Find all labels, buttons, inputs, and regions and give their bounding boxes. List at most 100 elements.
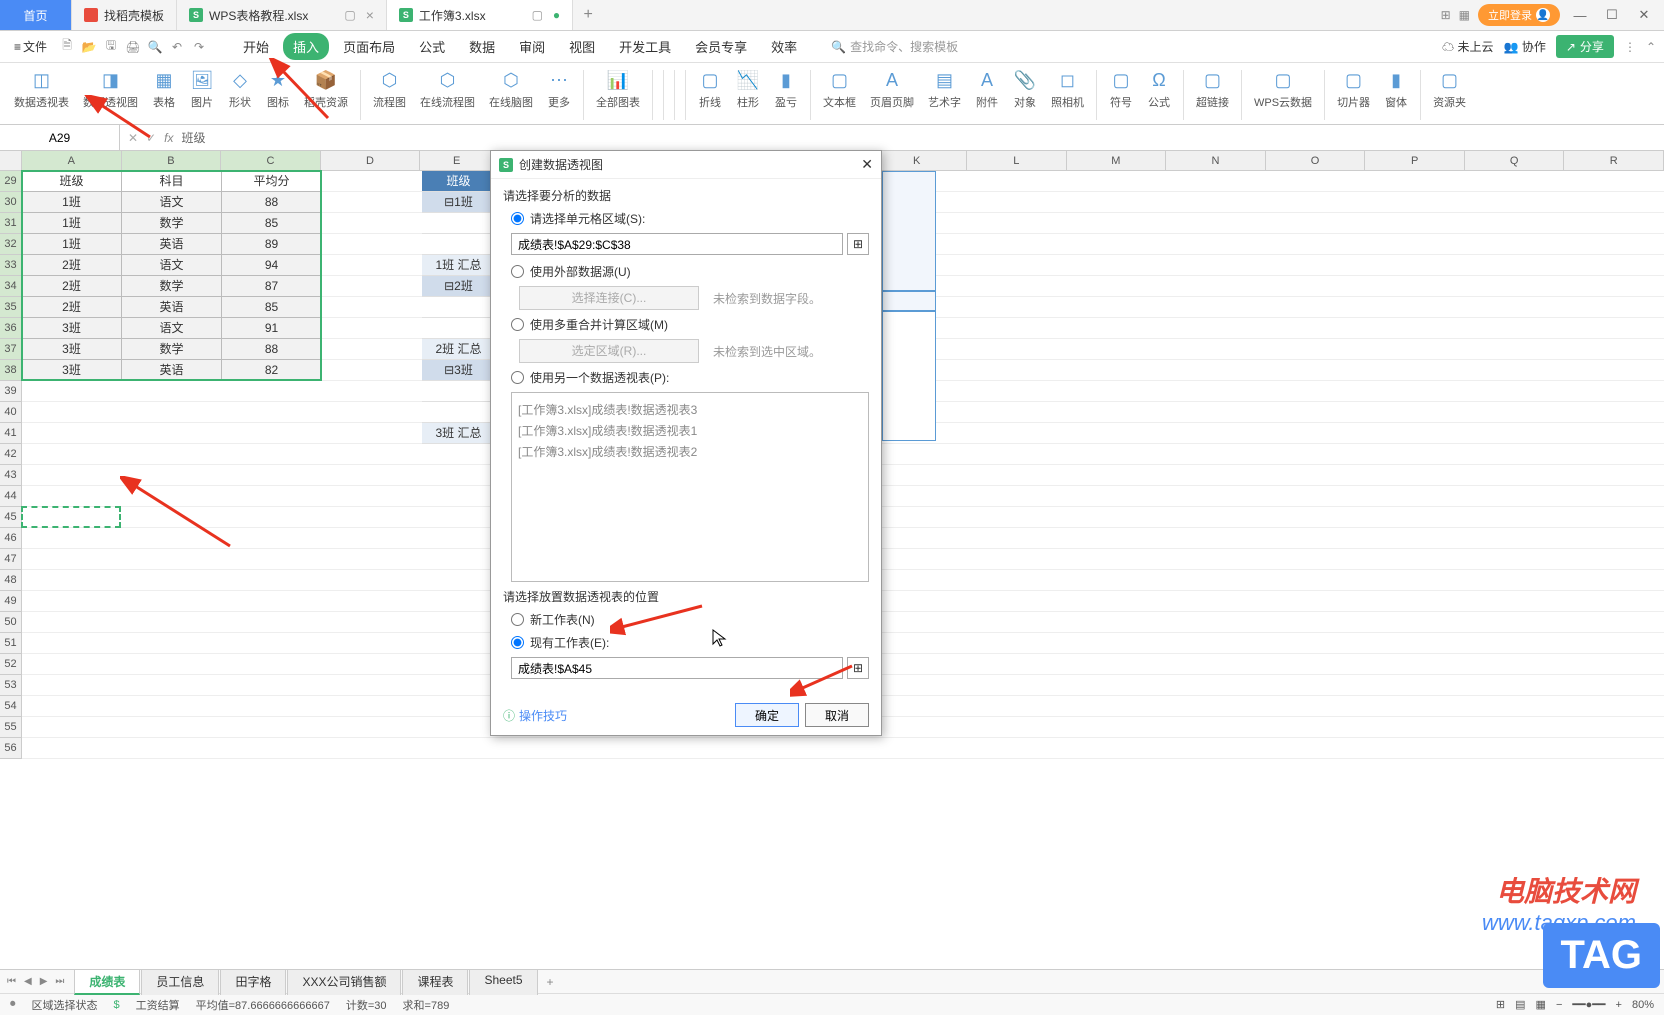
row-header-54[interactable]: 54 (0, 696, 22, 717)
menu-insert[interactable]: 插入 (283, 33, 329, 60)
ribbon-附件[interactable]: A附件 (969, 66, 1005, 112)
share-button[interactable]: ↗ 分享 (1556, 35, 1614, 58)
row-header-53[interactable]: 53 (0, 675, 22, 696)
ribbon-盈亏[interactable]: ▮盈亏 (768, 66, 804, 112)
row-header-56[interactable]: 56 (0, 738, 22, 759)
cancel-button[interactable]: 取消 (805, 703, 869, 727)
col-header-D[interactable]: D (321, 151, 421, 171)
tab-workbook[interactable]: S 工作簿3.xlsx ▢ ● (387, 0, 573, 30)
radio-cell-range[interactable] (511, 212, 524, 225)
ribbon-切片器[interactable]: ▢切片器 (1331, 66, 1376, 112)
name-box[interactable] (0, 125, 120, 150)
ribbon-流程图[interactable]: ⬡流程图 (367, 66, 412, 112)
collapse-icon[interactable]: ⌃ (1646, 40, 1656, 54)
ribbon-形状[interactable]: ◇形状 (222, 66, 258, 112)
col-header-E[interactable]: E (420, 151, 494, 171)
ribbon-表格[interactable]: ▦表格 (146, 66, 182, 112)
ribbon-窗体[interactable]: ▮窗体 (1378, 66, 1414, 112)
menu-member[interactable]: 会员专享 (685, 33, 757, 60)
row-header-29[interactable]: 29 (0, 171, 22, 192)
pivot-list-item[interactable]: [工作簿3.xlsx]成绩表!数据透视表1 (518, 420, 862, 441)
radio-external[interactable] (511, 265, 524, 278)
tab-template[interactable]: 找稻壳模板 (72, 0, 177, 30)
ribbon-对象[interactable]: 📎对象 (1007, 66, 1043, 112)
row-header-38[interactable]: 38 (0, 360, 22, 381)
row-header-30[interactable]: 30 (0, 192, 22, 213)
col-header-A[interactable]: A (22, 151, 122, 171)
cancel-formula-icon[interactable]: ✕ (128, 131, 138, 145)
row-header-49[interactable]: 49 (0, 591, 22, 612)
tab-add[interactable]: + (573, 6, 603, 24)
row-header-46[interactable]: 46 (0, 528, 22, 549)
print-icon[interactable]: 🖨 (123, 37, 143, 57)
ribbon-稻壳资源[interactable]: 📦稻壳资源 (298, 66, 354, 112)
menu-efficiency[interactable]: 效率 (761, 33, 807, 60)
sheet-tab-课程表[interactable]: 课程表 (402, 969, 468, 995)
grid-view-icon[interactable]: ⊞ (1441, 8, 1451, 22)
pivot-list-item[interactable]: [工作簿3.xlsx]成绩表!数据透视表3 (518, 399, 862, 420)
row-header-36[interactable]: 36 (0, 318, 22, 339)
row-header-41[interactable]: 41 (0, 423, 22, 444)
tab-tutorial[interactable]: S WPS表格教程.xlsx ▢ × (177, 0, 387, 30)
row-header-32[interactable]: 32 (0, 234, 22, 255)
row-header-37[interactable]: 37 (0, 339, 22, 360)
file-menu[interactable]: ≡ 文件 (8, 38, 53, 55)
ribbon-图标[interactable]: ★图标 (260, 66, 296, 112)
ribbon-超链接[interactable]: ▢超链接 (1190, 66, 1235, 112)
pivot-list-item[interactable]: [工作簿3.xlsx]成绩表!数据透视表2 (518, 441, 862, 462)
row-header-52[interactable]: 52 (0, 654, 22, 675)
menu-dev-tools[interactable]: 开发工具 (609, 33, 681, 60)
ribbon-符号[interactable]: ▢符号 (1103, 66, 1139, 112)
zoom-in-icon[interactable]: + (1616, 999, 1622, 1011)
col-header-Q[interactable]: Q (1465, 151, 1565, 171)
ribbon-WPS云数据[interactable]: ▢WPS云数据 (1248, 66, 1318, 112)
pivot-table-list[interactable]: [工作簿3.xlsx]成绩表!数据透视表3[工作簿3.xlsx]成绩表!数据透视… (511, 392, 869, 582)
view-page-icon[interactable]: ▤ (1515, 998, 1525, 1011)
ribbon-文本框[interactable]: ▢文本框 (817, 66, 862, 112)
radio-multi-range[interactable] (511, 318, 524, 331)
record-icon[interactable]: ⏺ (10, 998, 16, 1011)
row-header-40[interactable]: 40 (0, 402, 22, 423)
maximize-icon[interactable]: ☐ (1600, 7, 1624, 23)
col-header-K[interactable]: K (867, 151, 967, 171)
sheet-tab-XXX公司销售额[interactable]: XXX公司销售额 (287, 969, 401, 995)
col-header-M[interactable]: M (1067, 151, 1167, 171)
row-header-47[interactable]: 47 (0, 549, 22, 570)
formula-content[interactable]: 班级 (181, 129, 205, 146)
tips-link[interactable]: ⓘ 操作技巧 (503, 707, 567, 724)
tab-min-icon[interactable]: ▢ (532, 8, 543, 22)
row-header-55[interactable]: 55 (0, 717, 22, 738)
window-close-icon[interactable]: ✕ (1632, 7, 1656, 23)
fx-icon[interactable]: fx (164, 131, 173, 145)
ribbon-折线[interactable]: ▢折线 (692, 66, 728, 112)
tab-min-icon[interactable]: ▢ (344, 8, 355, 22)
select-all-corner[interactable] (0, 151, 22, 171)
row-header-34[interactable]: 34 (0, 276, 22, 297)
ribbon-照相机[interactable]: ◻照相机 (1045, 66, 1090, 112)
dest-picker-icon[interactable]: ⊞ (847, 657, 869, 679)
coop-button[interactable]: 👥 协作 (1504, 38, 1546, 55)
ribbon-更多[interactable]: ⋯更多 (541, 66, 577, 112)
radio-another-pivot[interactable] (511, 371, 524, 384)
menu-formulas[interactable]: 公式 (409, 33, 455, 60)
dialog-title-bar[interactable]: S 创建数据透视图 ✕ (491, 151, 881, 179)
ribbon-图片[interactable]: 🖼图片 (184, 66, 220, 112)
row-header-33[interactable]: 33 (0, 255, 22, 276)
prev-sheet-icon[interactable]: ◀ (21, 976, 35, 987)
input-destination[interactable] (511, 657, 843, 679)
ribbon-艺术字[interactable]: ▤艺术字 (922, 66, 967, 112)
row-header-42[interactable]: 42 (0, 444, 22, 465)
sheet-tab-成绩表[interactable]: 成绩表 (74, 969, 140, 995)
menu-view[interactable]: 视图 (559, 33, 605, 60)
row-header-43[interactable]: 43 (0, 465, 22, 486)
row-header-31[interactable]: 31 (0, 213, 22, 234)
col-header-R[interactable]: R (1564, 151, 1664, 171)
tab-home[interactable]: 首页 (0, 0, 72, 30)
sheet-tab-田字格[interactable]: 田字格 (220, 969, 286, 995)
ribbon-数据透视表[interactable]: ◫数据透视表 (8, 66, 75, 112)
cloud-status[interactable]: ☁ 未上云 (1442, 38, 1493, 55)
preview-icon[interactable]: 🔍 (145, 37, 165, 57)
command-search[interactable]: 🔍 查找命令、搜索模板 (831, 38, 958, 55)
new-doc-icon[interactable]: 🗎 (57, 37, 77, 57)
ribbon-在线流程图[interactable]: ⬡在线流程图 (414, 66, 481, 112)
